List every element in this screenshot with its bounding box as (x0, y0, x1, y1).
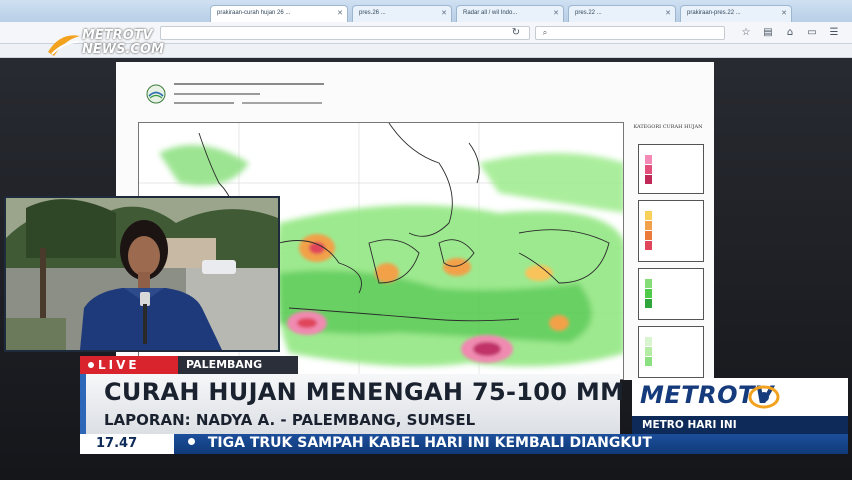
reporter-credit: LAPORAN: NADYA A. - PALEMBANG, SUMSEL (104, 411, 476, 429)
live-label: LIVE (98, 358, 140, 372)
location-tag: PALEMBANG (178, 356, 298, 374)
chat-icon[interactable]: ▭ (806, 27, 818, 39)
legend-swatch (645, 337, 652, 346)
channel-watermark: METROTV NEWS.COM (46, 26, 186, 60)
address-bar[interactable] (160, 26, 530, 40)
close-icon[interactable]: ✕ (441, 9, 447, 17)
browser-tab-bar: prakiraan-curah hujan 26 ... ✕ pres.26 .… (0, 0, 852, 22)
legend-group-heavy (638, 200, 704, 262)
legend-title: KATEGORI CURAH HUJAN (633, 124, 703, 130)
browser-tab-label: pres.22 ... (575, 10, 602, 16)
metrotv-eye-icon (748, 385, 780, 409)
star-icon[interactable]: ☆ (740, 27, 752, 39)
legend-swatch (645, 357, 652, 366)
browser-tab-2[interactable]: pres.26 ... ✕ (352, 5, 452, 22)
ticker-bullet-icon (188, 438, 195, 445)
close-icon[interactable]: ✕ (665, 9, 671, 17)
library-icon[interactable]: ▤ (762, 27, 774, 39)
browser-tab-label: prakiraan-pres.22 ... (687, 10, 741, 16)
legend-group-very-heavy (638, 144, 704, 194)
live-badge: LIVE (80, 356, 178, 374)
headline-box: CURAH HUJAN MENENGAH 75-100 MM LAPORAN: … (80, 374, 624, 434)
legend-swatch (645, 165, 652, 174)
legend-swatch (645, 231, 652, 240)
channel-brand-box: METROTV (632, 378, 848, 416)
document-header-lines (174, 80, 404, 123)
bmkg-logo (146, 84, 166, 104)
home-icon[interactable]: ⌂ (784, 27, 796, 39)
browser-tab-3[interactable]: Radar all / wil Indo... ✕ (456, 5, 564, 22)
program-name: METRO HARI INI (632, 416, 848, 434)
rainfall-legend: KATEGORI CURAH HUJAN (628, 124, 708, 380)
close-icon[interactable]: ✕ (337, 9, 343, 17)
legend-swatch (645, 155, 652, 164)
browser-tab-label: prakiraan-curah hujan 26 ... (217, 10, 291, 16)
browser-tab-label: pres.26 ... (359, 10, 386, 16)
browser-tab-1[interactable]: prakiraan-curah hujan 26 ... ✕ (210, 5, 348, 22)
close-icon[interactable]: ✕ (553, 9, 559, 17)
headline: CURAH HUJAN MENENGAH 75-100 MM (104, 378, 625, 406)
legend-swatch (645, 347, 652, 356)
live-dot-icon (88, 362, 94, 368)
reporter-scene (6, 198, 278, 350)
document-header (146, 80, 406, 124)
close-icon[interactable]: ✕ (781, 9, 787, 17)
reload-icon[interactable]: ↻ (510, 27, 522, 39)
legend-swatch (645, 175, 652, 184)
ticker-text: TIGA TRUK SAMPAH KABEL HARI INI KEMBALI … (207, 435, 652, 451)
legend-group-moderate (638, 268, 704, 320)
legend-group-light (638, 326, 704, 378)
legend-swatch (645, 299, 652, 308)
legend-swatch (645, 289, 652, 298)
search-icon: ⌕ (542, 28, 548, 37)
legend-swatch (645, 211, 652, 220)
headline-accent-bar (80, 374, 86, 434)
legend-swatch (645, 221, 652, 230)
reporter-video-inset (4, 196, 280, 352)
legend-swatch (645, 241, 652, 250)
browser-tab-label: Radar all / wil Indo... (463, 10, 518, 16)
metrotv-swoosh-icon (48, 35, 80, 56)
menu-icon[interactable]: ☰ (828, 27, 840, 39)
watermark-top-text: METROTV (82, 28, 153, 43)
watermark-bottom-text: NEWS.COM (82, 42, 164, 57)
news-ticker: TIGA TRUK SAMPAH KABEL HARI INI KEMBALI … (174, 434, 848, 454)
legend-swatch (645, 279, 652, 288)
search-input[interactable] (535, 26, 725, 40)
browser-tab-5[interactable]: prakiraan-pres.22 ... ✕ (680, 5, 792, 22)
browser-tab-4[interactable]: pres.22 ... ✕ (568, 5, 676, 22)
clock: 17.47 (80, 434, 174, 454)
